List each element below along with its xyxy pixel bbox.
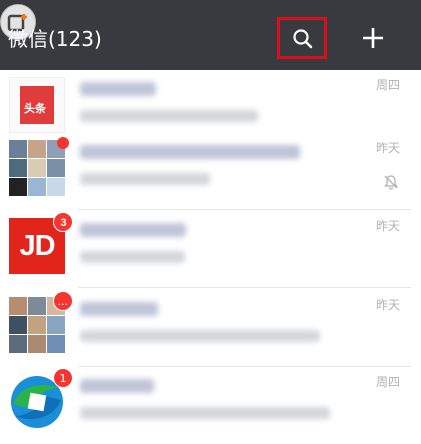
search-button[interactable] (277, 17, 327, 59)
avatar: JD 3 (9, 212, 73, 274)
chat-name (80, 379, 154, 393)
chat-name (80, 145, 300, 159)
chat-time: 周四 (375, 375, 400, 389)
mute-bell-icon (384, 175, 398, 190)
chat-time: 昨天 (375, 298, 400, 312)
divider (78, 287, 411, 288)
avatar: 1 (9, 368, 73, 430)
unread-badge: 3 (53, 212, 73, 232)
chat-preview (80, 110, 258, 122)
chat-name (80, 302, 158, 316)
unread-badge: 1 (53, 368, 73, 388)
chat-preview (80, 330, 320, 342)
avatar: 头条 (9, 77, 65, 133)
unread-dot (57, 137, 69, 149)
avatar: ... (9, 291, 73, 353)
divider (78, 209, 411, 210)
chat-preview (80, 407, 330, 419)
chat-item[interactable]: 昨天 (0, 133, 421, 210)
unread-badge: ... (52, 291, 73, 311)
chat-name (80, 82, 156, 96)
chat-item[interactable]: 1 周四 (0, 367, 421, 444)
avatar-text: JD (19, 230, 55, 262)
avatar (9, 137, 69, 196)
chat-item[interactable]: ... 昨天 (0, 290, 421, 367)
search-icon (293, 29, 313, 49)
chat-time: 昨天 (375, 219, 400, 233)
chat-preview (80, 251, 185, 263)
avatar-text: 头条 (24, 102, 46, 115)
chat-preview (80, 173, 210, 185)
chat-time: 周四 (375, 78, 400, 92)
page-title: 微信(123) (8, 27, 102, 51)
top-bar: 微信(123) (0, 0, 421, 70)
plus-icon[interactable] (361, 26, 385, 50)
chat-time: 昨天 (375, 141, 400, 155)
chat-item[interactable]: JD 3 昨天 (0, 211, 421, 288)
chat-name (80, 223, 186, 237)
